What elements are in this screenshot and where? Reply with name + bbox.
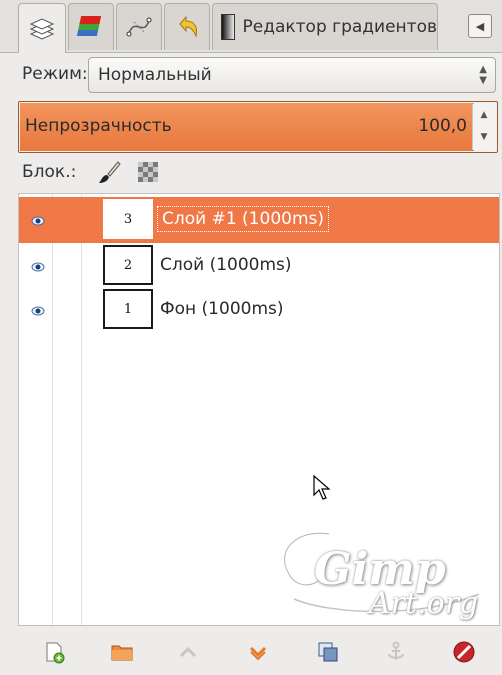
new-layer-button[interactable]: [42, 640, 66, 664]
tab-menu-button[interactable]: ◀: [468, 14, 492, 38]
new-layer-group-icon: [111, 645, 133, 661]
visibility-eye-icon[interactable]: [31, 214, 45, 228]
new-layer-icon: [46, 642, 65, 664]
opacity-label: Непрозрачность: [25, 116, 172, 136]
mouse-pointer-icon: [313, 475, 331, 500]
tab-undo-history[interactable]: [164, 3, 210, 50]
lower-layer-icon: [249, 646, 267, 661]
gradient-swatch-icon: [221, 14, 235, 40]
spin-down-icon[interactable]: ▼: [473, 126, 495, 148]
layer-name[interactable]: Слой #1 (1000ms): [157, 206, 329, 232]
tab-layers[interactable]: [18, 3, 66, 53]
combo-arrows-icon: ▲ ▼: [479, 64, 487, 86]
delete-layer-button[interactable]: [452, 640, 476, 664]
watermark-line1: Gimp: [314, 544, 446, 595]
mode-value: Нормальный: [98, 65, 212, 85]
layer-thumbnail[interactable]: 1: [103, 289, 153, 329]
lower-layer-button[interactable]: [246, 640, 270, 664]
lock-label: Блок.:: [22, 162, 77, 182]
tab-paths[interactable]: [116, 3, 162, 50]
layers-list[interactable]: 3 Слой #1 (1000ms) 2 Слой (1000ms) 1 Фон…: [18, 193, 500, 626]
layer-name[interactable]: Фон (1000ms): [160, 299, 284, 319]
spin-up-icon[interactable]: ▲: [473, 104, 495, 126]
layer-row[interactable]: 1 Фон (1000ms): [19, 287, 499, 333]
new-layer-group-button[interactable]: [110, 640, 134, 664]
duplicate-layer-icon: [318, 642, 338, 662]
duplicate-layer-button[interactable]: [316, 640, 340, 664]
tab-channels[interactable]: [68, 3, 114, 50]
opacity-spin-buttons[interactable]: ▲ ▼: [472, 104, 495, 150]
layer-thumbnail[interactable]: 2: [103, 245, 153, 285]
layers-dock-panel: Редактор градиентов ◀ Режим: Нормальный …: [0, 0, 502, 675]
visibility-eye-icon[interactable]: [31, 260, 45, 274]
delete-layer-icon: [453, 641, 475, 663]
tab-gradient-editor[interactable]: Редактор градиентов: [212, 3, 438, 50]
layers-toolbar: [0, 630, 502, 675]
paths-tab-icon: [126, 17, 152, 37]
layer-row[interactable]: 3 Слой #1 (1000ms): [19, 197, 499, 243]
mode-combo[interactable]: Нормальный ▲ ▼: [88, 57, 496, 93]
visibility-eye-icon[interactable]: [31, 304, 45, 318]
dock-tab-strip: Редактор градиентов ◀: [0, 0, 502, 53]
anchor-layer-icon: [388, 641, 404, 660]
watermark-line2: Art.org: [369, 586, 479, 621]
lock-alpha-checker-icon[interactable]: [138, 162, 158, 182]
raise-layer-button[interactable]: [176, 640, 200, 664]
layer-thumbnail[interactable]: 3: [103, 199, 153, 239]
layer-row[interactable]: 2 Слой (1000ms): [19, 243, 499, 289]
mode-label: Режим:: [22, 64, 88, 84]
tab-menu-icon: ◀: [475, 19, 485, 33]
tab-gradient-editor-label: Редактор градиентов: [242, 17, 438, 37]
layer-name[interactable]: Слой (1000ms): [160, 255, 292, 275]
gimpart-watermark-logo: Gimp Art.org: [269, 524, 499, 624]
opacity-spinscale[interactable]: Непрозрачность 100,0 ▲ ▼: [18, 101, 498, 153]
channels-tab-icon: [76, 16, 102, 36]
anchor-layer-button[interactable]: [384, 640, 408, 664]
lock-pixels-brush-icon[interactable]: [96, 160, 122, 190]
opacity-value: 100,0: [418, 116, 467, 136]
layers-tab-icon: [29, 17, 55, 40]
undo-history-tab-icon: [179, 15, 197, 38]
raise-layer-icon: [179, 646, 197, 658]
